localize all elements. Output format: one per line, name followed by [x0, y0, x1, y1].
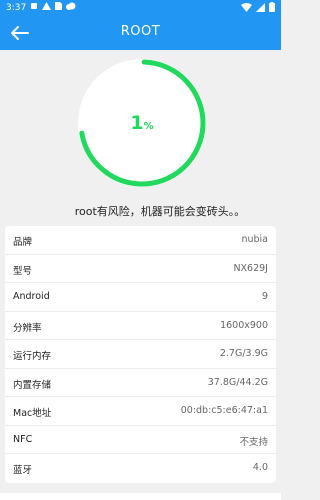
info-value: 2.7G/3.9G	[219, 348, 268, 359]
info-label: NFC	[13, 433, 33, 445]
status-right-icons	[241, 2, 275, 12]
info-row-storage: 内置存储 37.8G/44.2G	[5, 369, 276, 397]
info-row-brand: 品牌 nubia	[5, 226, 276, 255]
info-value: 不支持	[239, 436, 268, 448]
progress-number: 1	[130, 112, 144, 134]
progress-gauge: 1%	[75, 56, 209, 190]
progress-unit: %	[143, 121, 154, 132]
info-value: 4.0	[252, 462, 268, 473]
info-value: 1600x900	[220, 319, 268, 331]
info-row-bluetooth: 蓝牙 4.0	[5, 454, 276, 483]
info-row-android: Android 9	[5, 283, 276, 312]
bottom-bar	[0, 493, 281, 500]
info-value: nubia	[241, 234, 268, 245]
info-label: 内置存储	[13, 379, 52, 391]
info-row-resolution: 分辨率 1600x900	[5, 312, 276, 340]
info-row-model: 型号 NX629J	[5, 255, 276, 283]
page-title: ROOT	[120, 24, 161, 39]
progress-value: 1%	[75, 112, 209, 134]
device-info-card: 品牌 nubia 型号 NX629J Android 9 分辨率 1600x90…	[5, 226, 276, 483]
battery-icon	[269, 2, 275, 12]
info-row-ram: 运行内存 2.7G/3.9G	[5, 340, 276, 369]
notification-icon	[31, 3, 37, 9]
info-label: 运行内存	[13, 351, 52, 362]
info-value: NX629J	[233, 262, 268, 274]
info-label: Mac地址	[13, 408, 52, 419]
root-warning-text: root有风险，机器可能会变砖头。。	[74, 205, 246, 218]
status-bar: 3:37	[0, 0, 281, 16]
info-row-nfc: NFC 不支持	[5, 426, 276, 454]
info-value: 37.8G/44.2G	[207, 376, 268, 388]
info-label: 品牌	[13, 237, 33, 248]
info-label: 型号	[13, 265, 33, 277]
app-bar: ROOT	[0, 16, 281, 50]
sim-icon	[55, 2, 62, 10]
info-label: Android	[13, 291, 50, 302]
status-left-icons	[30, 2, 76, 10]
signal-icon	[256, 2, 265, 12]
status-time: 3:37	[6, 3, 27, 13]
cloud-icon	[66, 2, 76, 10]
warning-icon	[42, 2, 51, 10]
info-value: 00:db:c5:e6:47:a1	[180, 405, 268, 416]
wifi-icon	[241, 2, 252, 12]
info-label: 分辨率	[13, 322, 42, 334]
info-row-mac: Mac地址 00:db:c5:e6:47:a1	[5, 397, 276, 426]
info-label: 蓝牙	[13, 465, 33, 476]
info-value: 9	[261, 291, 268, 302]
